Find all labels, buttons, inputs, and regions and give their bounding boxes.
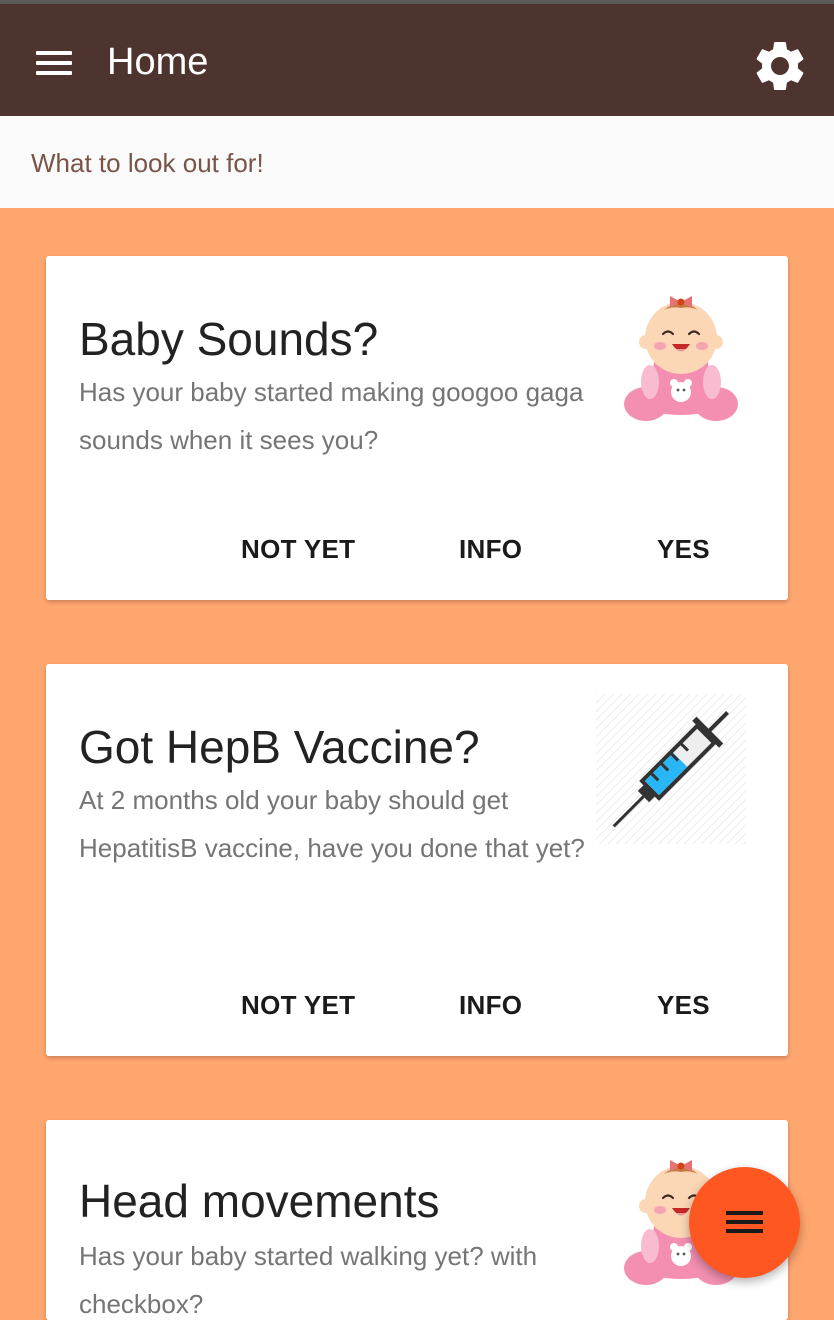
app-bar: Home — [0, 4, 834, 116]
not-yet-button[interactable]: NOT YET — [241, 990, 355, 1020]
not-yet-button[interactable]: NOT YET — [241, 534, 355, 564]
milestone-card: Baby Sounds? Has your baby started makin… — [46, 256, 788, 600]
syringe-illustration — [596, 694, 746, 844]
card-title: Got HepB Vaccine? — [79, 721, 480, 773]
info-button[interactable]: INFO — [459, 534, 522, 564]
subheader-text: What to look out for! — [31, 148, 264, 178]
card-description: At 2 months old your baby should get Hep… — [79, 785, 585, 863]
info-button[interactable]: INFO — [459, 990, 522, 1020]
card-description: Has your baby started walking yet? with … — [79, 1241, 538, 1319]
settings-button[interactable] — [750, 36, 810, 96]
fab-menu-button[interactable] — [689, 1167, 800, 1278]
milestone-card: Got HepB Vaccine? At 2 months old your b… — [46, 664, 788, 1056]
card-title: Head movements — [79, 1175, 440, 1227]
yes-button[interactable]: YES — [657, 990, 710, 1020]
baby-illustration — [622, 294, 740, 423]
yes-button[interactable]: YES — [657, 534, 710, 564]
gear-icon — [756, 41, 804, 90]
subheader: What to look out for! — [0, 116, 834, 208]
card-description: Has your baby started making googoo gaga… — [79, 377, 584, 455]
menu-button[interactable] — [24, 34, 84, 88]
page-title: Home — [107, 41, 209, 83]
milestone-card: Head movements Has your baby started wal… — [46, 1120, 788, 1320]
card-title: Baby Sounds? — [79, 313, 379, 365]
